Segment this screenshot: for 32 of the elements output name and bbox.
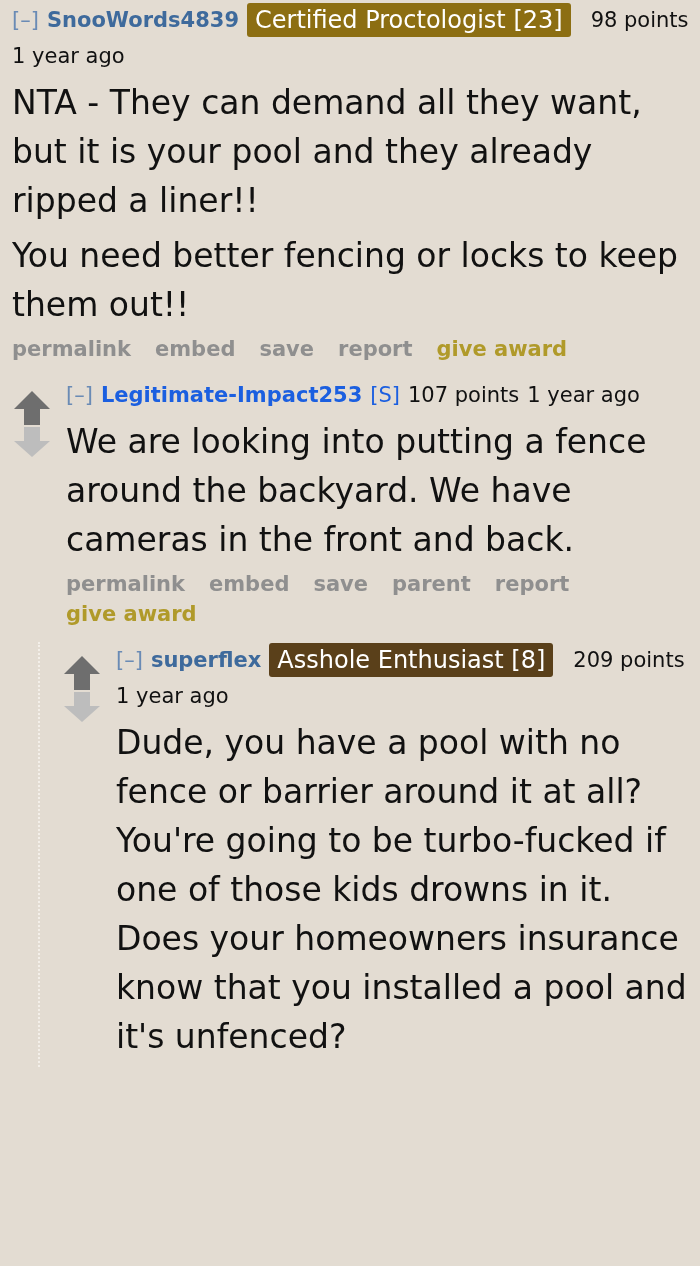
upvote-arrow-icon[interactable]: [14, 391, 50, 425]
score-text: 107 points: [408, 382, 520, 409]
comment-text: You need better fencing or locks to keep them out!!: [12, 235, 679, 326]
comment-text: Dude, you have a pool with no fence or barrier around it at all? You're going to be turbo-fucked if one of those kids drowns in it. Does your homeowners insurance know that you installed a pool and it's unfenced?: [116, 722, 688, 1058]
submitter-tag: [S]: [370, 377, 400, 413]
give-award-link[interactable]: give award: [436, 337, 568, 361]
score-text: 98 points: [590, 7, 689, 34]
collapse-toggle[interactable]: [–]: [12, 2, 39, 38]
upvote-arrow-icon[interactable]: [64, 656, 100, 690]
comment-action-link[interactable]: permalink: [66, 572, 185, 596]
comment-text: NTA - They can demand all they want, but it is your pool and they already ripped a liner!!: [12, 82, 643, 222]
timestamp: 1 year ago: [116, 683, 229, 710]
score-text: 209 points: [573, 647, 685, 674]
collapse-toggle[interactable]: [–]: [66, 377, 93, 413]
comment-action-link[interactable]: save: [259, 337, 315, 361]
give-award-link[interactable]: give award: [66, 602, 197, 626]
username-link[interactable]: Legitimate-Impact253: [100, 377, 363, 413]
comment-action-link[interactable]: parent: [392, 572, 471, 596]
user-flair: Asshole Enthusiast [8]: [269, 643, 554, 677]
comment-action-link[interactable]: permalink: [12, 337, 131, 361]
username-link[interactable]: superflex: [150, 642, 262, 678]
comment-text: We are looking into putting a fence around the backyard. We have cameras in the front and back.: [66, 421, 648, 561]
username-link[interactable]: SnooWords4839: [46, 2, 239, 38]
comment-action-link[interactable]: report: [494, 572, 570, 596]
user-flair: Certified Proctologist [23]: [247, 3, 571, 37]
comment-action-link[interactable]: embed: [155, 337, 236, 361]
timestamp: 1 year ago: [527, 382, 640, 409]
comment-action-link[interactable]: report: [338, 337, 413, 361]
comment-action-link[interactable]: embed: [209, 572, 290, 596]
collapse-toggle[interactable]: [–]: [116, 642, 143, 678]
timestamp: 1 year ago: [12, 43, 125, 70]
comment-action-link[interactable]: save: [313, 572, 369, 596]
